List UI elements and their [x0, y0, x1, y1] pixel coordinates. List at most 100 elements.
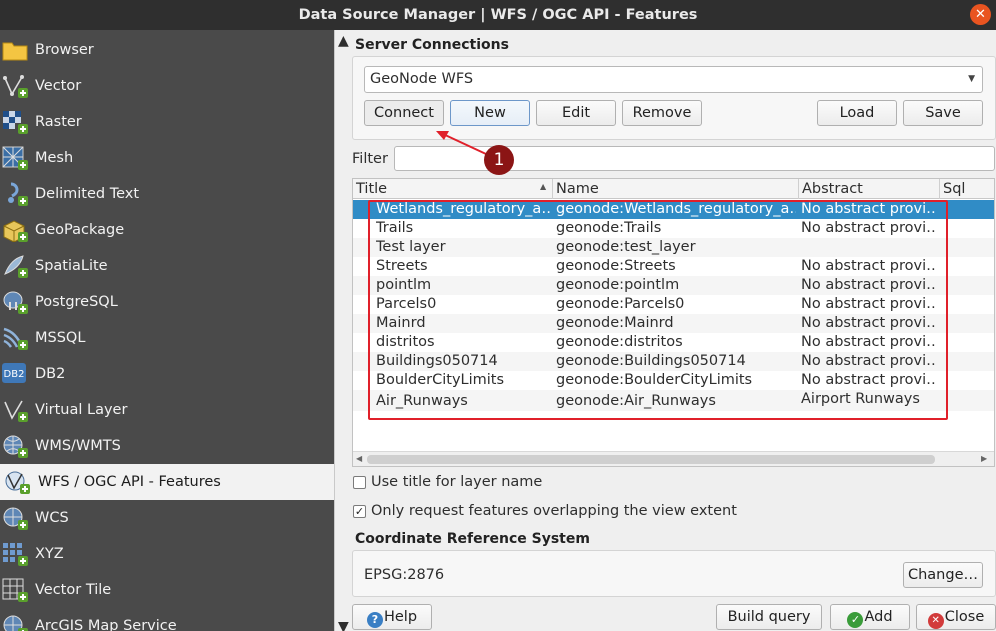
load-button[interactable]: Load: [817, 100, 897, 126]
close-circle-icon: ✕: [927, 613, 944, 629]
sidebar-item-delimited-text[interactable]: Delimited Text: [0, 176, 334, 212]
crs-heading: Coordinate Reference System: [355, 531, 590, 547]
close-icon[interactable]: ✕: [970, 4, 991, 25]
sidebar-item-label: Virtual Layer: [35, 402, 128, 418]
connection-select[interactable]: GeoNode WFS ▼: [364, 66, 983, 93]
xyz-icon: [3, 543, 28, 566]
scrollbar-thumb[interactable]: [367, 455, 935, 464]
sidebar-item-wcs[interactable]: WCS: [0, 500, 334, 536]
wms-icon: [3, 435, 28, 458]
sidebar-item-xyz[interactable]: XYZ: [0, 536, 334, 572]
column-header-title[interactable]: Title: [353, 179, 553, 199]
annotation-highlight-box: [368, 200, 948, 420]
sidebar-item-label: SpatiaLite: [35, 258, 108, 274]
sidebar-item-label: WCS: [35, 510, 69, 526]
use-title-label: Use title for layer name: [371, 474, 543, 490]
sidebar-item-mesh[interactable]: Mesh: [0, 140, 334, 176]
add-label: Add: [864, 609, 893, 625]
sidebar-item-label: WMS/WMTS: [35, 438, 121, 454]
filter-label: Filter: [352, 151, 388, 167]
scroll-left-icon[interactable]: ◀: [356, 452, 362, 466]
sidebar-item-arcgis[interactable]: ArcGIS Map Service: [0, 608, 334, 631]
column-header-abstract[interactable]: Abstract: [799, 179, 940, 199]
folder-icon: [2, 42, 28, 61]
check-icon: ✓: [847, 612, 864, 628]
table-header: Title ▲ Name Abstract Sql: [353, 179, 994, 199]
scroll-up-icon[interactable]: ▲: [338, 33, 349, 49]
scroll-right-icon[interactable]: ▶: [981, 452, 987, 466]
virtual-layer-icon: [4, 400, 28, 422]
remove-button[interactable]: Remove: [622, 100, 702, 126]
change-crs-button[interactable]: Change…: [903, 562, 983, 588]
sidebar-item-label: Vector Tile: [35, 582, 112, 598]
sidebar-item-label: Delimited Text: [35, 186, 140, 202]
title-bar: Data Source Manager | WFS / OGC API - Fe…: [0, 0, 996, 30]
raster-icon: [3, 111, 28, 134]
add-button[interactable]: ✓ Add: [830, 604, 910, 630]
connection-select-value: GeoNode WFS: [370, 71, 474, 87]
sidebar-item-vector-tile[interactable]: Vector Tile: [0, 572, 334, 608]
mesh-icon: [2, 146, 28, 170]
sidebar-item-spatialite[interactable]: SpatiaLite: [0, 248, 334, 284]
sidebar-item-mssql[interactable]: MSSQL: [0, 320, 334, 356]
delimited-text-icon: [8, 182, 28, 206]
db2-icon: DB2: [2, 363, 26, 383]
close-label: Close: [944, 609, 985, 625]
divider: [334, 30, 335, 631]
sidebar-item-wms[interactable]: WMS/WMTS: [0, 428, 334, 464]
sidebar-item-db2[interactable]: DB2 DB2: [0, 356, 334, 392]
sidebar-item-label: Raster: [35, 114, 82, 130]
crs-value: EPSG:2876: [364, 567, 445, 583]
sort-ascending-icon: ▲: [540, 182, 547, 191]
sidebar-item-raster[interactable]: Raster: [0, 104, 334, 140]
sidebar-item-label: MSSQL: [35, 330, 86, 346]
column-header-sql[interactable]: Sql: [940, 179, 994, 199]
geopackage-icon: [3, 220, 28, 242]
new-button[interactable]: New: [450, 100, 530, 126]
column-header-name[interactable]: Name: [553, 179, 799, 199]
spatialite-icon: [4, 255, 28, 278]
wfs-icon: [5, 471, 30, 494]
arcgis-icon: [3, 615, 28, 631]
sidebar-item-label: PostgreSQL: [35, 294, 118, 310]
window-title: Data Source Manager | WFS / OGC API - Fe…: [298, 7, 698, 23]
vector-tile-icon: [2, 578, 28, 602]
sidebar: Browser Vector Raster Mesh Delimited Tex…: [0, 30, 334, 631]
sidebar-item-browser[interactable]: Browser: [0, 32, 334, 68]
build-query-button[interactable]: Build query: [716, 604, 822, 630]
sidebar-item-label: Vector: [35, 78, 82, 94]
server-connections-heading: Server Connections: [355, 37, 509, 53]
sidebar-item-label: ArcGIS Map Service: [35, 618, 177, 631]
help-icon: ?: [366, 612, 383, 628]
annotation-badge: 1: [484, 145, 514, 175]
sidebar-item-virtual-layer[interactable]: Virtual Layer: [0, 392, 334, 428]
wcs-icon: [3, 507, 28, 530]
edit-button[interactable]: Edit: [536, 100, 616, 126]
sidebar-item-vector[interactable]: Vector: [0, 68, 334, 104]
sidebar-item-label: Mesh: [35, 150, 74, 166]
chevron-down-icon: ▼: [968, 74, 975, 84]
only-request-checkbox[interactable]: ✓: [353, 505, 366, 518]
sidebar-item-postgresql[interactable]: PostgreSQL: [0, 284, 334, 320]
panel-scrollbar[interactable]: [334, 30, 348, 631]
help-button[interactable]: ? Help: [352, 604, 432, 630]
table-horizontal-scrollbar[interactable]: ◀ ▶: [353, 451, 994, 466]
vector-icon: [3, 75, 28, 98]
sidebar-item-label: Browser: [35, 42, 94, 58]
sidebar-item-geopackage[interactable]: GeoPackage: [0, 212, 334, 248]
mssql-icon: [3, 327, 28, 350]
crs-group: [352, 550, 996, 597]
connect-button[interactable]: Connect: [364, 100, 444, 126]
scroll-down-icon[interactable]: ▼: [338, 619, 349, 631]
save-button[interactable]: Save: [903, 100, 983, 126]
svg-text:DB2: DB2: [4, 369, 25, 380]
checkmark-icon: ✓: [354, 505, 365, 518]
sidebar-item-label: DB2: [35, 366, 66, 382]
sidebar-item-label: WFS / OGC API - Features: [38, 474, 221, 490]
use-title-checkbox[interactable]: [353, 476, 366, 489]
only-request-label: Only request features overlapping the vi…: [371, 503, 737, 519]
help-label: Help: [383, 609, 418, 625]
close-button[interactable]: ✕ Close: [916, 604, 996, 630]
sidebar-item-wfs[interactable]: WFS / OGC API - Features: [0, 464, 334, 500]
postgresql-icon: [3, 291, 28, 314]
